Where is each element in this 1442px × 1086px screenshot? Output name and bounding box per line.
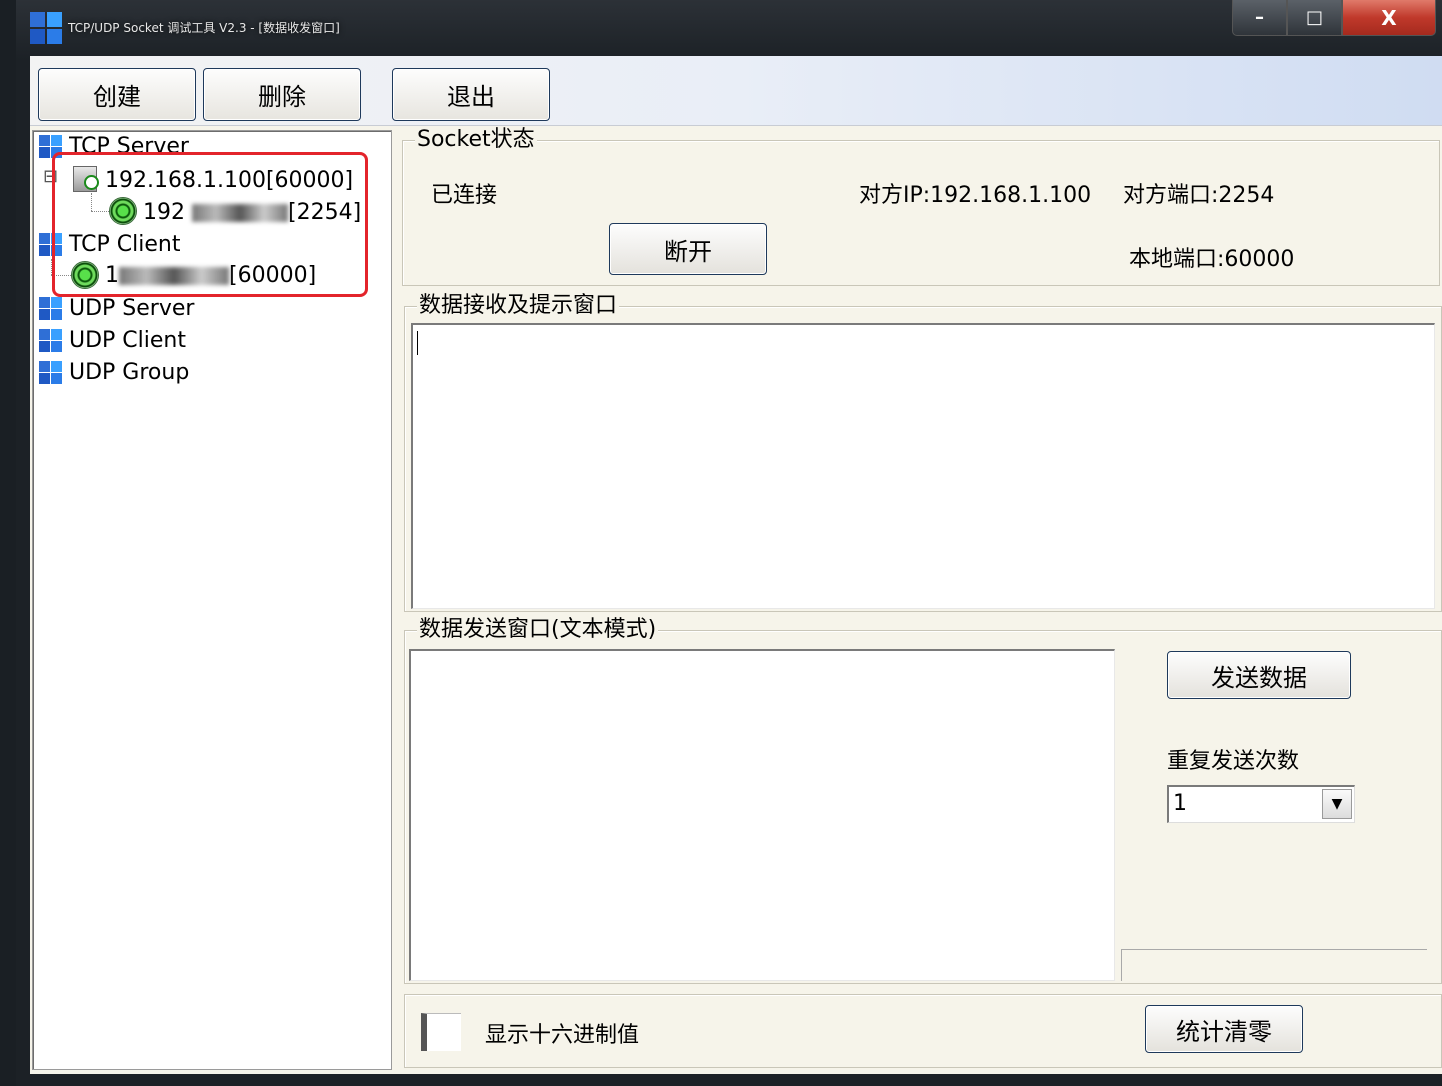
repeat-count-select[interactable]: 1 ▼ [1167, 785, 1355, 823]
exit-button[interactable]: 退出 [392, 68, 550, 121]
receive-textarea[interactable] [411, 323, 1435, 609]
remote-ip: 对方IP:192.168.1.100 [859, 183, 1092, 208]
receive-title: 数据接收及提示窗口 [417, 293, 620, 318]
close-button[interactable]: X [1342, 0, 1436, 36]
send-data-button[interactable]: 发送数据 [1167, 651, 1351, 699]
socket-status-title: Socket状态 [415, 127, 537, 152]
disconnect-button[interactable]: 断开 [609, 223, 767, 275]
repeat-count-label: 重复发送次数 [1167, 749, 1300, 774]
text-caret [417, 331, 418, 355]
reset-stats-button[interactable]: 统计清零 [1145, 1005, 1303, 1053]
hex-display-label: 显示十六进制值 [485, 1023, 640, 1048]
tree-item-tcp-server[interactable]: TCP Server [69, 133, 189, 153]
connection-state: 已连接 [431, 183, 498, 208]
remote-port: 对方端口:2254 [1123, 183, 1275, 208]
toolbar: 创建 删除 退出 [30, 56, 1442, 126]
maximize-button[interactable]: □ [1287, 0, 1342, 36]
socket-status-group: Socket状态 已连接 对方IP:192.168.1.100 对方端口:225… [402, 128, 1440, 286]
window-title: TCP/UDP Socket 调试工具 V2.3 - [数据收发窗口] [68, 21, 340, 35]
tree-item-udp-server[interactable]: UDP Server [69, 295, 194, 323]
send-title: 数据发送窗口(文本模式) [417, 617, 659, 642]
create-button[interactable]: 创建 [38, 68, 196, 121]
repeat-count-value: 1 [1173, 791, 1187, 816]
minimize-icon: – [1255, 7, 1264, 28]
udp-client-icon [39, 329, 63, 353]
status-field [1121, 949, 1427, 981]
receive-group: 数据接收及提示窗口 [404, 294, 1442, 612]
udp-server-icon [39, 297, 63, 321]
maximize-icon: □ [1305, 7, 1323, 28]
delete-button[interactable]: 删除 [203, 68, 361, 121]
title-bar[interactable]: TCP/UDP Socket 调试工具 V2.3 - [数据收发窗口] – □ … [16, 0, 1442, 56]
dropdown-arrow-icon[interactable]: ▼ [1322, 789, 1352, 819]
minimize-button[interactable]: – [1232, 0, 1287, 36]
tree-item-udp-group[interactable]: UDP Group [69, 359, 189, 387]
send-group: 数据发送窗口(文本模式) 发送数据 重复发送次数 1 ▼ [404, 618, 1442, 984]
tree-item-udp-client[interactable]: UDP Client [69, 327, 186, 355]
highlight-annotation [52, 152, 368, 297]
close-icon: X [1381, 5, 1397, 30]
app-icon [30, 12, 62, 44]
udp-group-icon [39, 361, 63, 385]
local-port: 本地端口:60000 [1129, 247, 1295, 272]
app-window: TCP/UDP Socket 调试工具 V2.3 - [数据收发窗口] – □ … [16, 0, 1442, 1086]
client-area: 创建 删除 退出 TCP Server ⊟ 192.168.1.100[6000… [30, 56, 1442, 1074]
bottom-group: 显示十六进制值 统计清零 [404, 994, 1442, 1068]
hex-display-checkbox[interactable] [421, 1013, 461, 1051]
send-textarea[interactable] [409, 649, 1115, 981]
